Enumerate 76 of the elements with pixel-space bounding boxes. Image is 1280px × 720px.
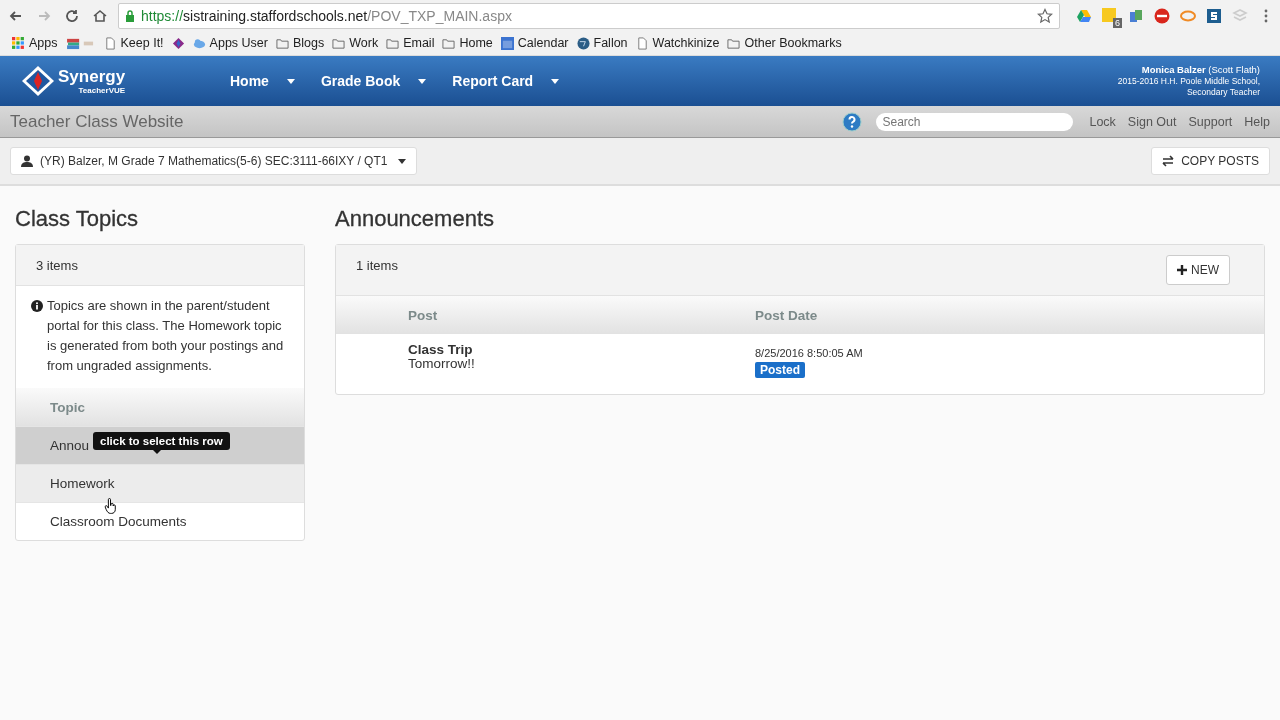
star-icon[interactable] [1037,7,1053,24]
caret-icon [398,158,407,164]
bookmark-link[interactable]: Watchkinize [652,36,720,50]
info-icon [31,300,43,312]
class-dropdown[interactable]: (YR) Balzer, M Grade 7 Mathematics(5-6) SEC:3111-66IXY / QT1 [10,147,418,175]
url-text: https://sistraining.staffordschools.net/POV_TXP_MAIN.aspx [141,7,513,24]
diamond-logo-icon [20,65,56,97]
drive-icon[interactable] [1076,7,1092,24]
post-body: Tomorrow!! [408,357,475,371]
topic-row[interactable]: Homework [16,464,304,502]
caret-icon [286,78,295,84]
page-title: Teacher Class Website [10,111,184,132]
logo-text: Synergy [58,67,126,85]
person-icon [21,155,33,167]
bookmark-link[interactable]: Fallon [593,36,628,50]
plus-icon [1177,265,1187,275]
bookmark-link[interactable]: Apps User [209,36,268,50]
new-button[interactable]: NEW [1166,255,1230,285]
caret-icon [551,78,560,84]
section-heading: Class Topics [15,206,140,232]
status-badge: Posted [755,362,805,378]
bookmark-link[interactable]: Other Bookmarks [744,36,842,50]
topic-name: Annou [50,438,90,453]
column-title: Post Date [755,307,819,323]
topic-name: Homework [50,476,115,491]
section-heading: Announcements [335,206,495,232]
copy-posts-button[interactable]: COPY POSTS [1151,147,1270,175]
user-school: 2015-2016 H.H. Poole Middle School, [1117,76,1260,88]
s-logo-icon[interactable] [1206,7,1222,24]
extension-badge: 6 [1113,17,1122,28]
item-count: 3 items [36,257,78,273]
page-icon[interactable] [635,36,649,50]
logo-subtext: TeacherVUE [78,86,126,95]
post-date: 8/25/2016 8:50:05 AM [755,346,863,360]
help-icon[interactable] [842,111,863,132]
folder-icon[interactable] [275,36,289,50]
item-count: 1 items [356,258,398,273]
hand-cursor-icon [104,498,117,515]
user-name: Monica Balzer (Scott Flath) [1141,63,1260,77]
swap-arrows-icon [1162,155,1175,167]
folder-icon[interactable] [727,36,741,50]
folder-icon[interactable] [386,36,400,50]
caret-icon [418,78,427,84]
column-title: Post [408,307,439,323]
header-link[interactable]: Help [1244,114,1270,129]
bookmark-link[interactable]: Email [403,36,435,50]
bookmark-link[interactable]: Home [459,36,493,50]
column-title: Topic [50,399,85,415]
topic-name: Classroom Documents [50,514,187,529]
post-title: Class Trip [408,343,473,357]
lock-icon [125,9,135,22]
bookmark-link[interactable]: Blogs [292,36,325,50]
search-field[interactable]: Search [876,112,1074,131]
bookmark-link[interactable]: Apps [29,36,58,50]
topic-row[interactable]: Annou click to select this row [16,426,304,464]
home-icon[interactable] [92,7,108,24]
diamond-icon[interactable] [171,36,185,50]
stop-sign-icon[interactable] [1154,7,1170,24]
info-text: Topics are shown in the parent/student portal for this class. The Homework topic is generated from both your postings and from ungraded assignments. [47,297,285,375]
bookmark-link[interactable]: Work [349,36,379,50]
header-link[interactable]: Support [1188,114,1233,129]
nav-menu[interactable]: Grade Book [310,73,437,89]
folder-icon[interactable] [332,36,346,50]
bookmark-link[interactable]: Calendar [517,36,569,50]
nav-menu[interactable]: Report Card [442,73,570,89]
user-role: Secondary Teacher [1186,87,1260,99]
apps-grid-icon[interactable] [12,36,25,50]
cloud-icon[interactable] [192,36,206,50]
header-link[interactable]: Sign Out [1127,114,1177,129]
folder-icon[interactable] [442,36,456,50]
header-link[interactable]: Lock [1089,114,1116,129]
address-bar[interactable]: https://sistraining.staffordschools.net/POV_TXP_MAIN.aspx [118,2,1060,29]
page-icon[interactable] [103,36,117,50]
reload-icon[interactable] [64,7,80,24]
nav-menu[interactable]: Home [220,73,305,89]
bookmark-link[interactable]: Keep It! [120,36,164,50]
